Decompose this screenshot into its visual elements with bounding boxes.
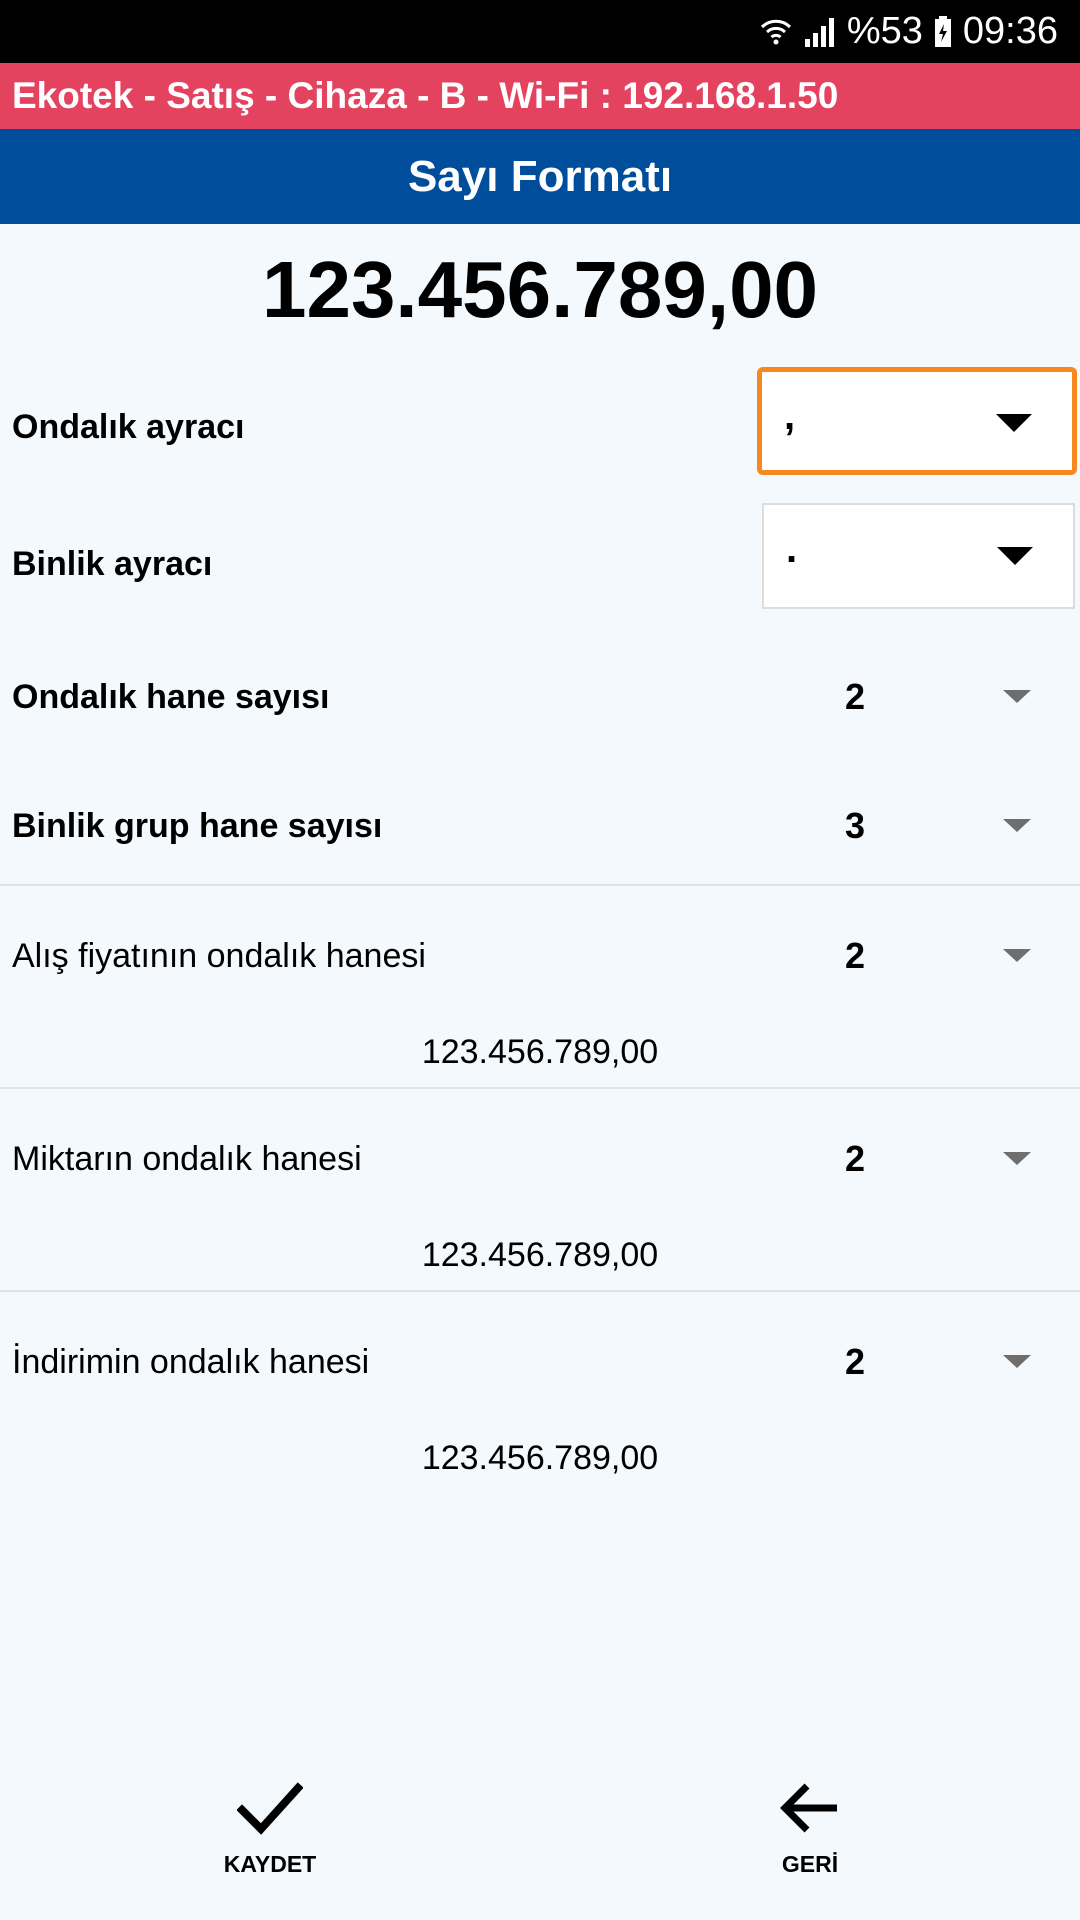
signal-icon [803, 15, 837, 49]
battery-percent: %53 [846, 10, 923, 52]
wifi-icon [759, 15, 793, 49]
decimal-separator-value: , [784, 394, 796, 438]
thousands-separator-label: Binlik ayracı [12, 545, 213, 583]
decimal-places-spinner[interactable]: 2 [820, 676, 890, 718]
decimal-separator-dropdown[interactable]: , [757, 367, 1077, 475]
purchase-price-sample: 123.456.789,00 [421, 1033, 659, 1071]
arrow-left-icon [779, 1780, 841, 1841]
dropdown-arrow-icon [997, 547, 1033, 565]
spinner-arrow-icon[interactable] [1003, 1355, 1031, 1368]
quantity-sample: 123.456.789,00 [421, 1236, 659, 1274]
discount-decimal-label: İndirimin ondalık hanesi [12, 1343, 370, 1381]
format-preview: 123.456.789,00 [261, 245, 819, 334]
decimal-places-label: Ondalık hane sayısı [12, 678, 330, 716]
group-size-label: Binlik grup hane sayısı [12, 807, 383, 845]
clock: 09:36 [962, 10, 1058, 52]
page-title: Sayı Formatı [0, 129, 1080, 224]
back-button[interactable]: GERİ [710, 1780, 910, 1890]
discount-sample: 123.456.789,00 [421, 1439, 659, 1477]
spinner-arrow-icon[interactable] [1003, 819, 1031, 832]
spinner-arrow-icon[interactable] [1003, 1152, 1031, 1165]
divider [0, 1290, 1080, 1292]
save-button[interactable]: KAYDET [170, 1780, 370, 1890]
spinner-arrow-icon[interactable] [1003, 949, 1031, 962]
group-size-spinner[interactable]: 3 [820, 805, 890, 847]
discount-decimal-spinner[interactable]: 2 [820, 1341, 890, 1383]
spinner-arrow-icon[interactable] [1003, 690, 1031, 703]
battery-icon [933, 15, 953, 49]
thousands-separator-dropdown[interactable]: . [762, 503, 1075, 609]
dropdown-arrow-icon [996, 414, 1032, 432]
decimal-separator-label: Ondalık ayracı [12, 408, 245, 446]
save-button-label: KAYDET [223, 1851, 317, 1877]
purchase-price-decimal-label: Alış fiyatının ondalık hanesi [12, 937, 426, 975]
quantity-decimal-label: Miktarın ondalık hanesi [12, 1140, 362, 1178]
app-bar-title: Ekotek - Satış - Cihaza - B - Wi-Fi : 19… [0, 63, 1080, 129]
thousands-separator-value: . [786, 527, 798, 571]
divider [0, 884, 1080, 886]
quantity-decimal-spinner[interactable]: 2 [820, 1138, 890, 1180]
status-bar: %53 09:36 [0, 0, 1080, 63]
divider [0, 1087, 1080, 1089]
purchase-price-decimal-spinner[interactable]: 2 [820, 935, 890, 977]
back-button-label: GERİ [781, 1851, 839, 1877]
check-icon [236, 1780, 304, 1841]
